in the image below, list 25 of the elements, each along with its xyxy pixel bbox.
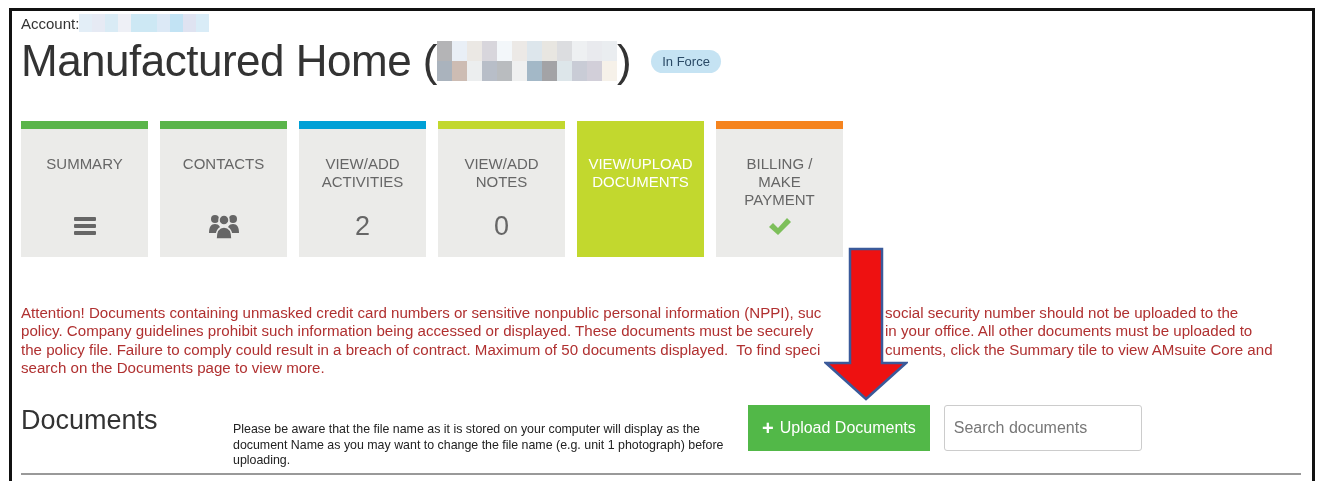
- menu-icon: [73, 216, 96, 236]
- section-heading: Documents: [21, 405, 159, 436]
- tile-count: 0: [494, 210, 509, 242]
- nav-tile[interactable]: VIEW/ADD ACTIVITIES 2: [299, 121, 426, 257]
- account-label: Account:: [21, 14, 80, 32]
- warning-text: search on the Documents page to view more.: [21, 359, 325, 377]
- warning-text: in your office. All other documents must be uploaded to: [885, 322, 1253, 340]
- check-icon: [767, 216, 792, 236]
- warning-text: policy. Company guidelines prohibit such information being accessed or displayed. These documents must be securely: [21, 322, 815, 340]
- people-icon: [208, 213, 239, 239]
- warning-text: cuments, click the Summary tile to view AMsuite Core and: [885, 340, 1273, 358]
- tile-count: 2: [355, 210, 370, 242]
- upload-button[interactable]: + Upload Documents: [748, 405, 930, 451]
- warning-text: social security number should not be uploaded to the: [885, 303, 1239, 321]
- nav-tile[interactable]: VIEW/ADD NOTES 0: [438, 121, 565, 257]
- warning-text: the policy file. Failure to comply could result in a breach of contract. Maximum of 50 documents displayed. To find speci: [21, 340, 822, 358]
- nav-tile[interactable]: SUMMARY: [21, 121, 148, 257]
- nav-tile[interactable]: BILLING / MAKE PAYMENT: [716, 121, 843, 257]
- page-title: Manufactured Home (: [21, 36, 438, 86]
- status-badge: In Force: [651, 49, 721, 73]
- search-field[interactable]: Search documents: [943, 405, 1142, 451]
- nav-tile[interactable]: CONTACTS: [160, 121, 287, 257]
- upload-note: Please be aware that the file name as it is stored on your computer will display as the document Name as you may want to change the file name (e.g. unit 1 photograph) before uploading.: [233, 422, 725, 469]
- warning-text: Attention! Documents containing unmasked credit card numbers or sensitive nonpublic personal information (NPPI), suc: [21, 303, 823, 321]
- title-paren: ): [617, 36, 632, 86]
